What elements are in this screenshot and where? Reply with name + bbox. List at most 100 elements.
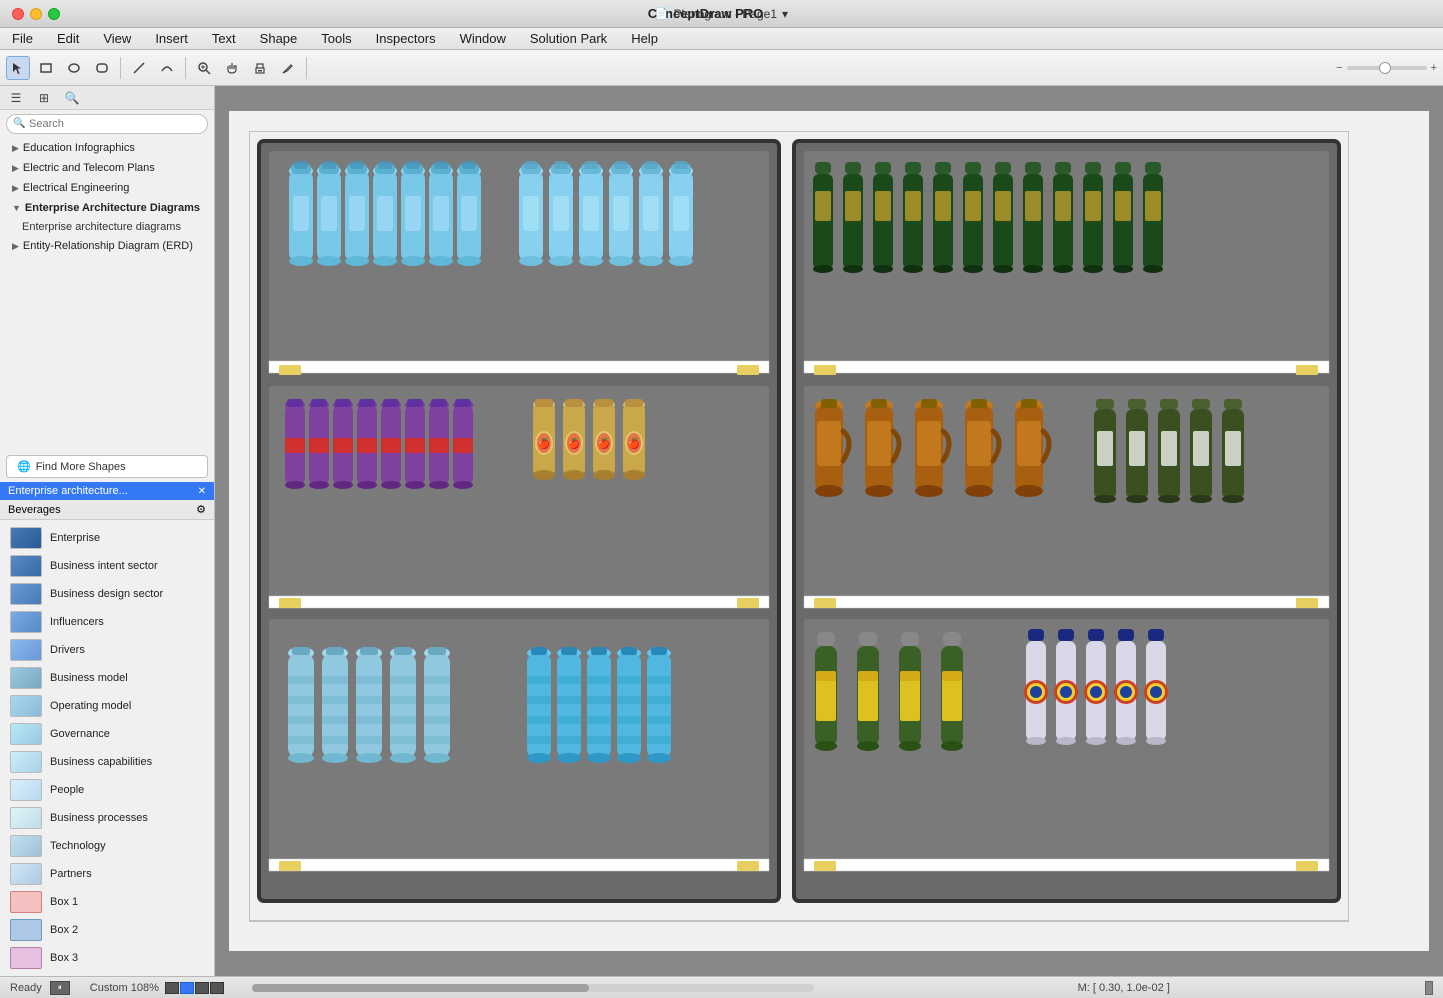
toolbar-sep-1 xyxy=(120,57,121,79)
rect-tool[interactable] xyxy=(34,56,58,80)
ready-status: Ready xyxy=(10,982,42,994)
menu-tools[interactable]: Tools xyxy=(317,30,355,47)
menu-file[interactable]: File xyxy=(8,30,37,47)
svg-text:🍎: 🍎 xyxy=(538,437,550,450)
shape-item-influencers[interactable]: Influencers xyxy=(4,608,210,636)
menu-shape[interactable]: Shape xyxy=(256,30,302,47)
pause-button[interactable]: ⏸ xyxy=(50,981,70,995)
shape-item-box2[interactable]: Box 2 xyxy=(4,916,210,944)
shape-label-biz-proc: Business processes xyxy=(50,812,148,824)
arrow-icon: ▶ xyxy=(12,163,19,174)
lib-sub-enterprise-arch[interactable]: Enterprise architecture diagrams xyxy=(0,218,214,236)
rounded-rect-tool[interactable] xyxy=(90,56,114,80)
hand-tool[interactable] xyxy=(220,56,244,80)
lib-cat-entity[interactable]: ▶ Entity-Relationship Diagram (ERD) xyxy=(0,236,214,256)
panel-list-view[interactable]: ☰ xyxy=(4,86,28,110)
zoom-slider[interactable] xyxy=(1347,66,1427,70)
shape-item-enterprise[interactable]: Enterprise xyxy=(4,524,210,552)
toolbar-sep-3 xyxy=(306,57,307,79)
connect-tool[interactable] xyxy=(127,56,151,80)
menu-edit[interactable]: Edit xyxy=(53,30,83,47)
shape-item-people[interactable]: People xyxy=(4,776,210,804)
shape-item-technology[interactable]: Technology xyxy=(4,832,210,860)
zoom-in-icon[interactable]: + xyxy=(1431,62,1437,74)
panel-grid-view[interactable]: ⊞ xyxy=(32,86,56,110)
active-library-enterprise[interactable]: Enterprise architecture... ✕ xyxy=(0,482,214,500)
search-input[interactable] xyxy=(6,114,208,134)
lib-cat-edu[interactable]: ▶ Education Infographics xyxy=(0,138,214,158)
shape-label-governance: Governance xyxy=(50,728,110,740)
shape-label-box3: Box 3 xyxy=(50,952,78,964)
left-panel: ☰ ⊞ 🔍 🔍 ▶ Education Infographics ▶ Elect… xyxy=(0,86,215,976)
shape-thumb-biz-model xyxy=(10,667,42,689)
zoom-control-status: Custom 108% xyxy=(90,982,224,994)
panel-search-btn[interactable]: 🔍 xyxy=(60,86,84,110)
ellipse-tool[interactable] xyxy=(62,56,86,80)
zoom-out-icon[interactable]: − xyxy=(1336,62,1342,74)
find-more-label: Find More Shapes xyxy=(36,461,126,473)
active-lib-close[interactable]: ✕ xyxy=(198,486,206,497)
shape-label-biz-model: Business model xyxy=(50,672,128,684)
lib-cat-edu-label: Education Infographics xyxy=(23,142,135,154)
close-button[interactable] xyxy=(12,8,24,20)
menu-view[interactable]: View xyxy=(99,30,135,47)
shape-item-business-design[interactable]: Business design sector xyxy=(4,580,210,608)
shape-label-technology: Technology xyxy=(50,840,106,852)
menu-help[interactable]: Help xyxy=(627,30,662,47)
lib-cat-enterprise[interactable]: ▼ Enterprise Architecture Diagrams xyxy=(0,198,214,218)
print-tool[interactable] xyxy=(248,56,272,80)
shape-item-biz-cap[interactable]: Business capabilities xyxy=(4,748,210,776)
shape-item-box3[interactable]: Box 3 xyxy=(4,944,210,972)
arrow-icon: ▶ xyxy=(12,241,19,252)
titlebar: ConceptDraw PRO 📄 Planogram - Page1 ▾ xyxy=(0,0,1443,28)
shape-item-biz-model[interactable]: Business model xyxy=(4,664,210,692)
active-lib-label: Enterprise architecture... xyxy=(8,485,128,497)
shape-label-people: People xyxy=(50,784,84,796)
shape-label-biz-cap: Business capabilities xyxy=(50,756,152,768)
svg-text:🍎: 🍎 xyxy=(628,437,640,450)
menu-window[interactable]: Window xyxy=(456,30,510,47)
beverages-settings[interactable]: ⚙ xyxy=(196,503,206,516)
shape-item-biz-proc[interactable]: Business processes xyxy=(4,804,210,832)
menu-inspectors[interactable]: Inspectors xyxy=(372,30,440,47)
shape-thumb-people xyxy=(10,779,42,801)
horizontal-scrollbar[interactable] xyxy=(252,984,815,992)
toolbar-sep-2 xyxy=(185,57,186,79)
shape-item-drivers[interactable]: Drivers xyxy=(4,636,210,664)
shape-label-enterprise: Enterprise xyxy=(50,532,100,544)
shape-item-governance[interactable]: Governance xyxy=(4,720,210,748)
menu-solution-park[interactable]: Solution Park xyxy=(526,30,611,47)
shape-thumb-enterprise xyxy=(10,527,42,549)
resize-handle[interactable] xyxy=(1425,981,1433,995)
menu-text[interactable]: Text xyxy=(208,30,240,47)
shape-item-op-model[interactable]: Operating model xyxy=(4,692,210,720)
shape-thumb-governance xyxy=(10,723,42,745)
zoom-in-tool[interactable] xyxy=(192,56,216,80)
page-prev[interactable] xyxy=(165,982,179,994)
shape-label-business-intent: Business intent sector xyxy=(50,560,158,572)
find-more-button[interactable]: 🌐 Find More Shapes xyxy=(6,455,208,478)
minimize-button[interactable] xyxy=(30,8,42,20)
shape-thumb-box2 xyxy=(10,919,42,941)
shape-label-partners: Partners xyxy=(50,868,92,880)
shape-thumb-influencers xyxy=(10,611,42,633)
lib-cat-electrical[interactable]: ▶ Electrical Engineering xyxy=(0,178,214,198)
pen-tool[interactable] xyxy=(276,56,300,80)
shape-item-business-intent[interactable]: Business intent sector xyxy=(4,552,210,580)
planogram-diagram[interactable]: 🍎 🍎 xyxy=(249,131,1349,931)
beverages-header[interactable]: Beverages ⚙ xyxy=(0,500,214,520)
lib-cat-electric[interactable]: ▶ Electric and Telecom Plans xyxy=(0,158,214,178)
select-tool[interactable] xyxy=(6,56,30,80)
statusbar-left: Ready ⏸ xyxy=(10,981,70,995)
page-next[interactable] xyxy=(195,982,209,994)
page-1[interactable] xyxy=(180,982,194,994)
menu-insert[interactable]: Insert xyxy=(151,30,192,47)
zoom-label-status: Custom 108% xyxy=(90,982,159,994)
maximize-button[interactable] xyxy=(48,8,60,20)
curve-tool[interactable] xyxy=(155,56,179,80)
shape-item-box1[interactable]: Box 1 xyxy=(4,888,210,916)
page-next2[interactable] xyxy=(210,982,224,994)
canvas-area[interactable]: 🍎 🍎 xyxy=(215,86,1443,976)
shape-item-partners[interactable]: Partners xyxy=(4,860,210,888)
menubar: File Edit View Insert Text Shape Tools I… xyxy=(0,28,1443,50)
